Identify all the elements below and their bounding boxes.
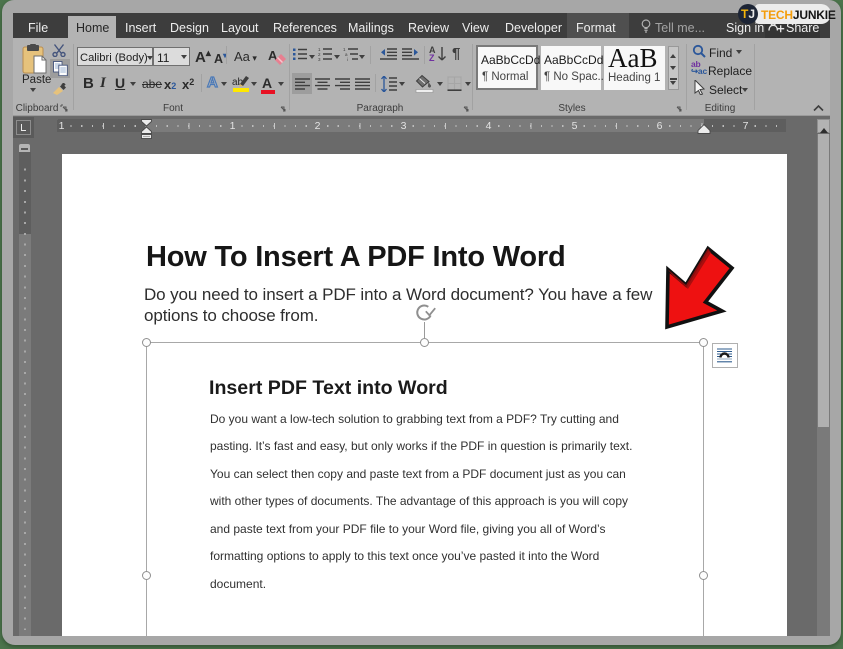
svg-text:i: i [347,57,348,61]
svg-text:3: 3 [318,57,321,61]
